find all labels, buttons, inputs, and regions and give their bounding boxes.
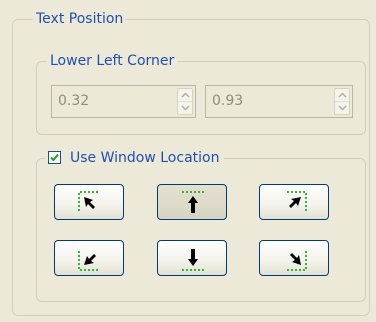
position-upper-right-button[interactable] — [259, 184, 329, 220]
y-coordinate-value: 0.93 — [212, 93, 244, 109]
x-spin-down-button[interactable] — [178, 102, 192, 115]
use-window-location-group: Use Window Location — [36, 149, 366, 302]
text-position-group: Text Position Lower Left Corner 0.32 0.9 — [12, 10, 370, 316]
arrow-lower-right-icon — [287, 251, 307, 271]
position-lower-left-button[interactable] — [54, 240, 124, 276]
lower-left-corner-group: Lower Left Corner 0.32 0.93 — [36, 52, 366, 135]
chevron-up-icon — [180, 92, 190, 98]
use-window-location-checkbox[interactable] — [48, 151, 61, 164]
position-lower-center-button[interactable] — [157, 240, 227, 276]
position-upper-center-button[interactable] — [157, 184, 227, 220]
checkmark-icon — [50, 153, 59, 162]
position-upper-left-button[interactable] — [54, 184, 124, 220]
x-spin-up-button[interactable] — [178, 89, 192, 102]
text-position-title: Text Position — [33, 10, 127, 28]
y-coordinate-spin-buttons — [334, 88, 350, 115]
use-window-location-checkbox-row[interactable]: Use Window Location — [45, 149, 225, 167]
arrow-lower-left-icon — [78, 251, 98, 271]
y-spin-down-button[interactable] — [335, 102, 349, 115]
chevron-down-icon — [337, 105, 347, 111]
y-spin-up-button[interactable] — [335, 89, 349, 102]
x-coordinate-spinbox[interactable]: 0.32 — [51, 85, 196, 118]
x-coordinate-value: 0.32 — [58, 93, 90, 109]
lower-left-corner-title: Lower Left Corner — [47, 52, 178, 70]
arrow-upper-left-icon — [78, 191, 98, 211]
arrow-upper-right-icon — [287, 191, 307, 211]
chevron-up-icon — [337, 92, 347, 98]
position-lower-right-button[interactable] — [259, 240, 329, 276]
arrow-up-center-icon — [182, 191, 204, 213]
arrow-down-center-icon — [182, 249, 204, 271]
x-coordinate-spin-buttons — [177, 88, 193, 115]
y-coordinate-spinbox[interactable]: 0.93 — [205, 85, 353, 118]
use-window-location-label: Use Window Location — [70, 150, 220, 166]
chevron-down-icon — [180, 105, 190, 111]
